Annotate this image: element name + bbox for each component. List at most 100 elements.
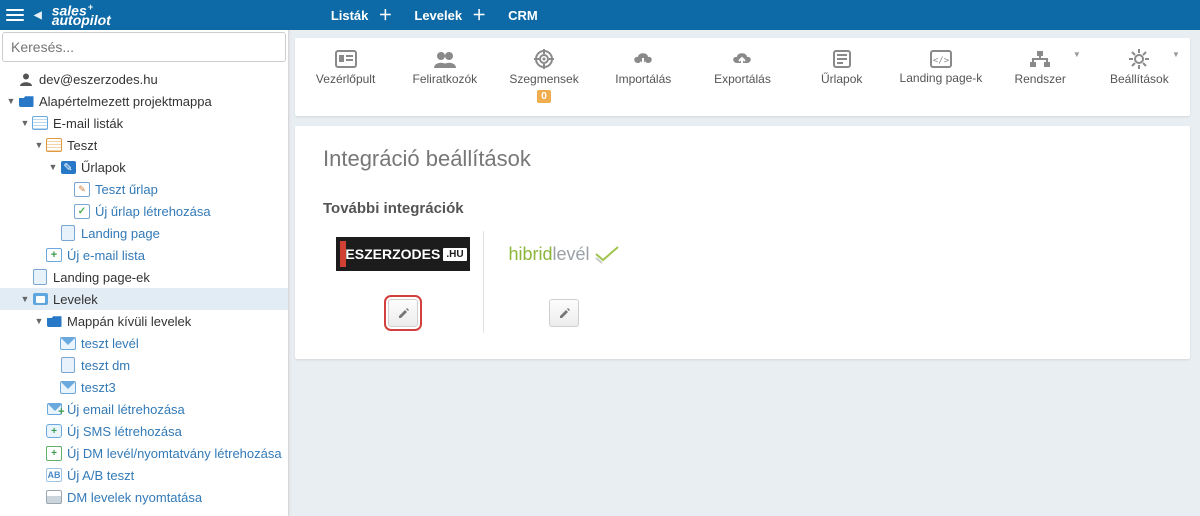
list-plus-icon: + (46, 247, 62, 263)
disclosure-icon[interactable]: ▼ (48, 162, 58, 172)
tile-label: Beállítások (1095, 72, 1184, 86)
tree-item[interactable]: Landing page (0, 222, 288, 244)
mail-icon (60, 335, 76, 351)
print-icon (46, 489, 62, 505)
sms-plus-icon: + (46, 423, 62, 439)
search-box (0, 30, 288, 64)
panel-title: Integráció beállítások (323, 146, 1162, 172)
tree-item[interactable]: teszt dm (0, 354, 288, 376)
mail-panel-icon (32, 291, 48, 307)
tree-item-label: Új email létrehozása (67, 402, 185, 417)
tile-export[interactable]: Exportálás (696, 42, 789, 112)
doc-pen-icon: ✎ (74, 181, 90, 197)
tree-item[interactable]: +Új email létrehozása (0, 398, 288, 420)
ab-plus-icon: AB (46, 467, 62, 483)
tile-settings[interactable]: Beállítások ▼ (1093, 42, 1186, 112)
nav-crm[interactable]: CRM (508, 5, 538, 25)
tree-item[interactable]: teszt3 (0, 376, 288, 398)
mail-icon (60, 379, 76, 395)
menu-toggle-icon[interactable] (6, 6, 24, 24)
nav-levelek[interactable]: Levelek＋ (414, 5, 486, 25)
doc-green-icon: ✓ (74, 203, 90, 219)
form-icon (797, 48, 886, 70)
tile-subscribers[interactable]: Feliratkozók (398, 42, 491, 112)
tile-label: Importálás (599, 72, 688, 86)
tree-item[interactable]: ABÚj A/B teszt (0, 464, 288, 486)
integration-card-eszerzodes: ESZERZODES .HU (323, 231, 483, 333)
tree-item[interactable]: ▼Teszt (0, 134, 288, 156)
tile-system[interactable]: Rendszer ▼ (994, 42, 1087, 112)
tree-item[interactable]: dev@eszerzodes.hu (0, 68, 288, 90)
nav-listak[interactable]: Listák＋ (331, 5, 393, 25)
brand-text: hibrid (508, 244, 552, 265)
svg-text:</>: </> (933, 56, 950, 66)
cloud-up-icon (698, 48, 787, 70)
tile-label: Exportálás (698, 72, 787, 86)
disclosure-icon[interactable]: ▼ (6, 96, 16, 106)
tile-label: Landing page-k (896, 72, 985, 85)
panel-subtitle: További integrációk (323, 200, 1162, 217)
tree-item-label: Landing page-ek (53, 270, 150, 285)
tree-item-label: teszt3 (81, 380, 116, 395)
tile-segments[interactable]: Szegmensek0 (497, 42, 590, 112)
tree-item[interactable]: ✎Teszt űrlap (0, 178, 288, 200)
plus-icon[interactable]: ＋ (472, 5, 486, 25)
integration-logo: ESZERZODES .HU (336, 235, 470, 273)
tile-label: Űrlapok (797, 72, 886, 86)
disclosure-icon[interactable]: ▼ (20, 294, 30, 304)
tree-item-label: DM levelek nyomtatása (67, 490, 202, 505)
list-orange-icon (46, 137, 62, 153)
folder-blue-icon (46, 313, 62, 329)
dropdown-caret-icon[interactable]: ▼ (1073, 50, 1081, 59)
tree-item[interactable]: DM levelek nyomtatása (0, 486, 288, 508)
gear-icon (1095, 48, 1184, 70)
disclosure-icon[interactable]: ▼ (34, 140, 44, 150)
doc-icon (60, 225, 76, 241)
dm-plus-icon: + (46, 445, 62, 461)
code-icon: </> (896, 48, 985, 70)
tile-label: Feliratkozók (400, 72, 489, 86)
sidebar: dev@eszerzodes.hu ▼ Alapértelmezett projek… (0, 30, 289, 516)
tree-item[interactable]: +Új DM levél/nyomtatvány létrehozása (0, 442, 288, 464)
tree-item[interactable]: + Új e-mail lista (0, 244, 288, 266)
tree-item[interactable]: Landing page-ek (0, 266, 288, 288)
dropdown-caret-icon[interactable]: ▼ (1172, 50, 1180, 59)
tree-item-label: dev@eszerzodes.hu (39, 72, 158, 87)
tree-item[interactable]: ▼Mappán kívüli levelek (0, 310, 288, 332)
tree-item[interactable]: ▼ Levelek (0, 288, 288, 310)
tree-item[interactable]: ▼✎Űrlapok (0, 156, 288, 178)
tree-item-label: Új SMS létrehozása (67, 424, 182, 439)
tree-item-label: teszt levél (81, 336, 139, 351)
tree-item-label: Alapértelmezett projektmappa (39, 94, 212, 109)
list-icon (32, 115, 48, 131)
brand-text: ESZERZODES (345, 246, 440, 262)
tree-item-label: Levelek (53, 292, 98, 307)
tile-landing[interactable]: </> Landing page-k (894, 42, 987, 112)
plus-icon[interactable]: ＋ (378, 5, 392, 25)
disclosure-icon[interactable]: ▼ (34, 316, 44, 326)
brand-suffix: .HU (443, 248, 466, 261)
integration-logo: hibridlevél (497, 235, 631, 273)
collapse-icon[interactable]: ◀ (34, 10, 42, 21)
tree-item-label: Új e-mail lista (67, 248, 145, 263)
tree-item-label: Landing page (81, 226, 160, 241)
tile-dashboard[interactable]: Vezérlőpult (299, 42, 392, 112)
edit-integration-button[interactable] (549, 299, 579, 327)
id-icon (301, 48, 390, 70)
brand-logo[interactable]: sales+ autopilot (52, 3, 111, 27)
search-input[interactable] (2, 32, 286, 62)
tree-item[interactable]: ✓Új űrlap létrehozása (0, 200, 288, 222)
integration-cards: ESZERZODES .HU hibridlevél (323, 231, 1162, 333)
tree-item[interactable]: teszt levél (0, 332, 288, 354)
disclosure-icon[interactable]: ▼ (20, 118, 30, 128)
tile-label: Rendszer (996, 72, 1085, 86)
tile-forms[interactable]: Űrlapok (795, 42, 888, 112)
tile-label: Vezérlőpult (301, 72, 390, 86)
tree-item[interactable]: + Új SMS létrehozása (0, 420, 288, 442)
tile-import[interactable]: Importálás (597, 42, 690, 112)
tree-item[interactable]: ▼E-mail listák (0, 112, 288, 134)
tree-item[interactable]: ▼ Alapértelmezett projektmappa (0, 90, 288, 112)
cloud-down-icon (599, 48, 688, 70)
edit-integration-button[interactable] (388, 299, 418, 327)
nav-tree: dev@eszerzodes.hu ▼ Alapértelmezett projek… (0, 64, 288, 516)
